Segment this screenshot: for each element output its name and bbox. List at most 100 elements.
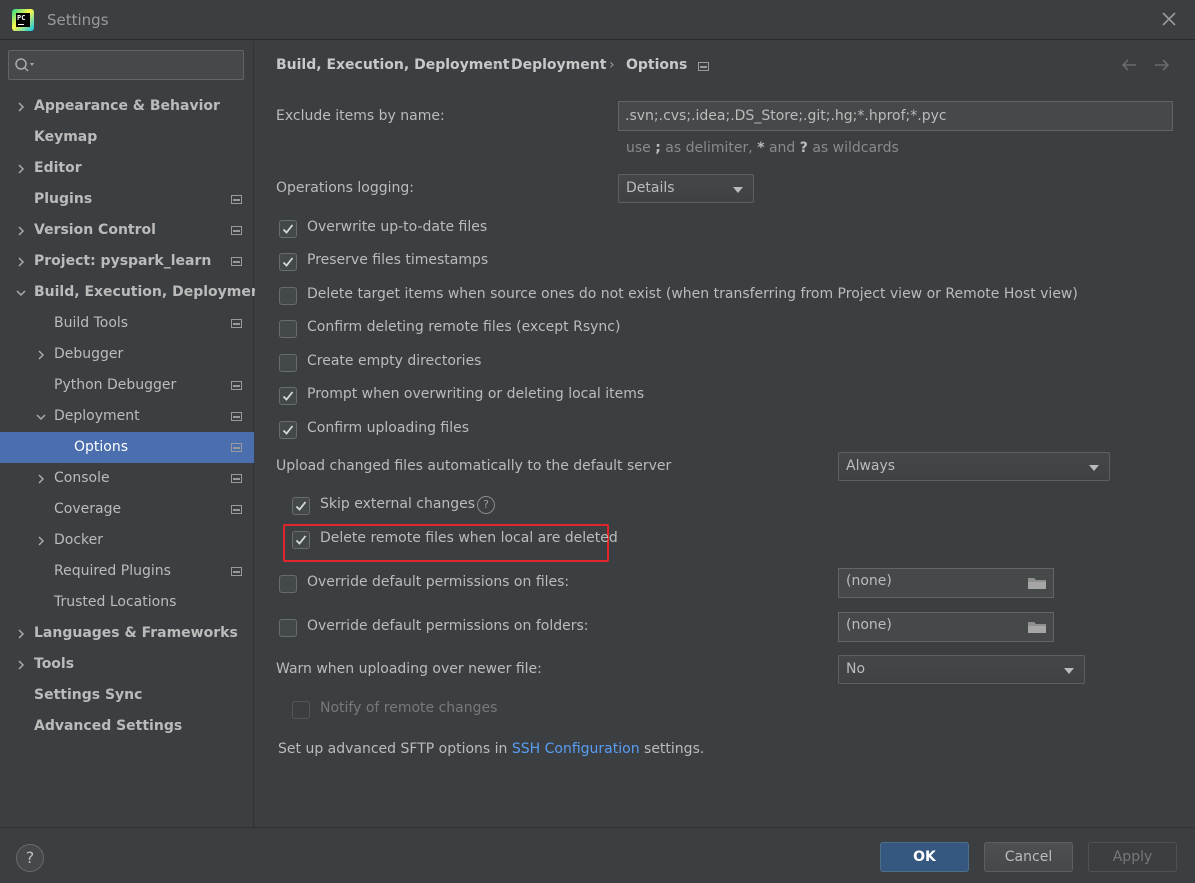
checkbox-label: Skip external changes xyxy=(320,496,476,512)
sidebar-item-coverage[interactable]: Coverage xyxy=(0,494,254,525)
sidebar-item-languages-frameworks[interactable]: Languages & Frameworks xyxy=(0,618,254,649)
breadcrumb-deployment[interactable]: Deployment xyxy=(511,57,606,73)
checkbox[interactable] xyxy=(279,253,297,271)
close-icon xyxy=(1162,12,1176,26)
sidebar-item-python-debugger[interactable]: Python Debugger xyxy=(0,370,254,401)
checkmark-icon xyxy=(282,425,294,435)
checkbox[interactable] xyxy=(279,320,297,338)
folder-icon[interactable] xyxy=(1027,619,1047,635)
sidebar-item-label: Python Debugger xyxy=(54,377,177,393)
chevron-right-icon xyxy=(18,164,25,174)
checkbox[interactable] xyxy=(279,387,297,405)
close-button[interactable] xyxy=(1159,9,1179,29)
checkbox[interactable] xyxy=(279,287,297,305)
chevron-right-icon xyxy=(18,102,25,112)
sidebar-item-docker[interactable]: Docker xyxy=(0,525,254,556)
checkbox[interactable] xyxy=(279,575,297,593)
sidebar-item-build-execution-deployment[interactable]: Build, Execution, Deployment xyxy=(0,277,268,308)
checkbox-label: Confirm uploading files xyxy=(307,420,470,436)
hint-text: as wildcards xyxy=(807,140,899,156)
checkbox-label: Create empty directories xyxy=(307,353,482,369)
checkmark-icon xyxy=(282,224,294,234)
pycharm-logo-icon: PC xyxy=(12,9,34,31)
sidebar-item-deployment[interactable]: Deployment xyxy=(0,401,254,432)
checkbox[interactable] xyxy=(292,497,310,515)
sidebar-item-version-control[interactable]: Version Control xyxy=(0,215,254,246)
settings-search[interactable] xyxy=(8,50,244,80)
sidebar-item-editor[interactable]: Editor xyxy=(0,153,254,184)
chevron-down-icon xyxy=(36,414,46,421)
forward-arrow-icon[interactable] xyxy=(1152,55,1172,75)
search-icon xyxy=(15,58,34,72)
window-title: Settings xyxy=(47,11,109,29)
checkbox[interactable] xyxy=(279,619,297,637)
operations-logging-select[interactable]: Details xyxy=(618,174,754,203)
sidebar-item-settings-sync[interactable]: Settings Sync xyxy=(0,680,254,711)
sidebar-item-label: Advanced Settings xyxy=(34,718,183,734)
sidebar-item-plugins[interactable]: Plugins xyxy=(0,184,254,215)
checkbox-label: Delete remote files when local are delet… xyxy=(320,530,618,546)
sidebar-item-debugger[interactable]: Debugger xyxy=(0,339,254,370)
sidebar-item-label: Settings Sync xyxy=(34,687,143,703)
sidebar-item-trusted-locations[interactable]: Trusted Locations xyxy=(0,587,254,618)
chevron-right-icon xyxy=(18,629,25,639)
override-folders-permissions-field[interactable]: (none) xyxy=(838,612,1054,642)
checkbox[interactable] xyxy=(279,421,297,439)
dialog-button-bar: ? OK Cancel Apply xyxy=(0,827,1195,883)
help-icon[interactable]: ? xyxy=(477,496,495,514)
sidebar-item-label: Debugger xyxy=(54,346,124,362)
apply-button[interactable]: Apply xyxy=(1088,842,1177,872)
field-value: (none) xyxy=(846,617,892,633)
project-scope-icon xyxy=(231,567,242,576)
upload-automatically-label: Upload changed files automatically to th… xyxy=(276,458,672,474)
checkbox[interactable] xyxy=(279,220,297,238)
checkbox-label: Notify of remote changes xyxy=(320,700,498,716)
sidebar-item-advanced-settings[interactable]: Advanced Settings xyxy=(0,711,254,742)
help-button[interactable]: ? xyxy=(16,844,44,872)
checkmark-icon xyxy=(295,501,307,511)
checkbox-label: Confirm deleting remote files (except Rs… xyxy=(307,319,621,335)
search-input[interactable] xyxy=(39,55,239,75)
ssh-configuration-link[interactable]: SSH Configuration xyxy=(512,741,640,757)
chevron-right-icon xyxy=(18,257,25,267)
project-scope-icon xyxy=(231,412,242,421)
exclude-items-input[interactable] xyxy=(618,101,1173,131)
hint-question: ? xyxy=(799,140,808,156)
sidebar-item-build-tools[interactable]: Build Tools xyxy=(0,308,254,339)
sidebar-item-label: Keymap xyxy=(34,129,98,145)
navigation-arrows xyxy=(1119,55,1175,75)
checkbox[interactable] xyxy=(279,354,297,372)
sidebar-item-keymap[interactable]: Keymap xyxy=(0,122,254,153)
sidebar-item-label: Project: pyspark_learn xyxy=(34,253,212,269)
sidebar-item-tools[interactable]: Tools xyxy=(0,649,254,680)
sidebar-item-options[interactable]: Options xyxy=(0,432,254,463)
project-scope-icon xyxy=(231,257,242,266)
checkbox[interactable] xyxy=(292,531,310,549)
settings-content: Build, Execution, Deployment › Deploymen… xyxy=(255,41,1195,827)
footer-text-pre: Set up advanced SFTP options in xyxy=(278,741,512,757)
sidebar-item-required-plugins[interactable]: Required Plugins xyxy=(0,556,254,587)
chevron-right-icon xyxy=(38,350,45,360)
back-arrow-icon[interactable] xyxy=(1119,55,1139,75)
settings-tree: Appearance & Behavior Keymap Editor Plug… xyxy=(0,91,268,742)
checkbox-label: Overwrite up-to-date files xyxy=(307,219,488,235)
sidebar-item-console[interactable]: Console xyxy=(0,463,254,494)
sidebar-item-label: Console xyxy=(54,470,110,486)
checkbox-label: Preserve files timestamps xyxy=(307,252,489,268)
sidebar-item-appearance-behavior[interactable]: Appearance & Behavior xyxy=(0,91,254,122)
select-value: Details xyxy=(626,180,675,196)
project-scope-icon xyxy=(231,505,242,514)
checkbox xyxy=(292,701,310,719)
warn-uploading-select[interactable]: No xyxy=(838,655,1085,684)
upload-automatically-select[interactable]: Always xyxy=(838,452,1110,481)
sidebar-item-label: Build Tools xyxy=(54,315,129,331)
dropdown-arrow-icon xyxy=(1089,465,1099,471)
override-files-permissions-field[interactable]: (none) xyxy=(838,568,1054,598)
footer-text-post: settings. xyxy=(639,741,705,757)
cancel-button[interactable]: Cancel xyxy=(984,842,1073,872)
ok-button[interactable]: OK xyxy=(880,842,969,872)
folder-icon[interactable] xyxy=(1027,575,1047,591)
sidebar-item-project[interactable]: Project: pyspark_learn xyxy=(0,246,254,277)
breadcrumb-build-execution-deployment[interactable]: Build, Execution, Deployment xyxy=(276,57,510,73)
sidebar-item-label: Appearance & Behavior xyxy=(34,98,220,114)
